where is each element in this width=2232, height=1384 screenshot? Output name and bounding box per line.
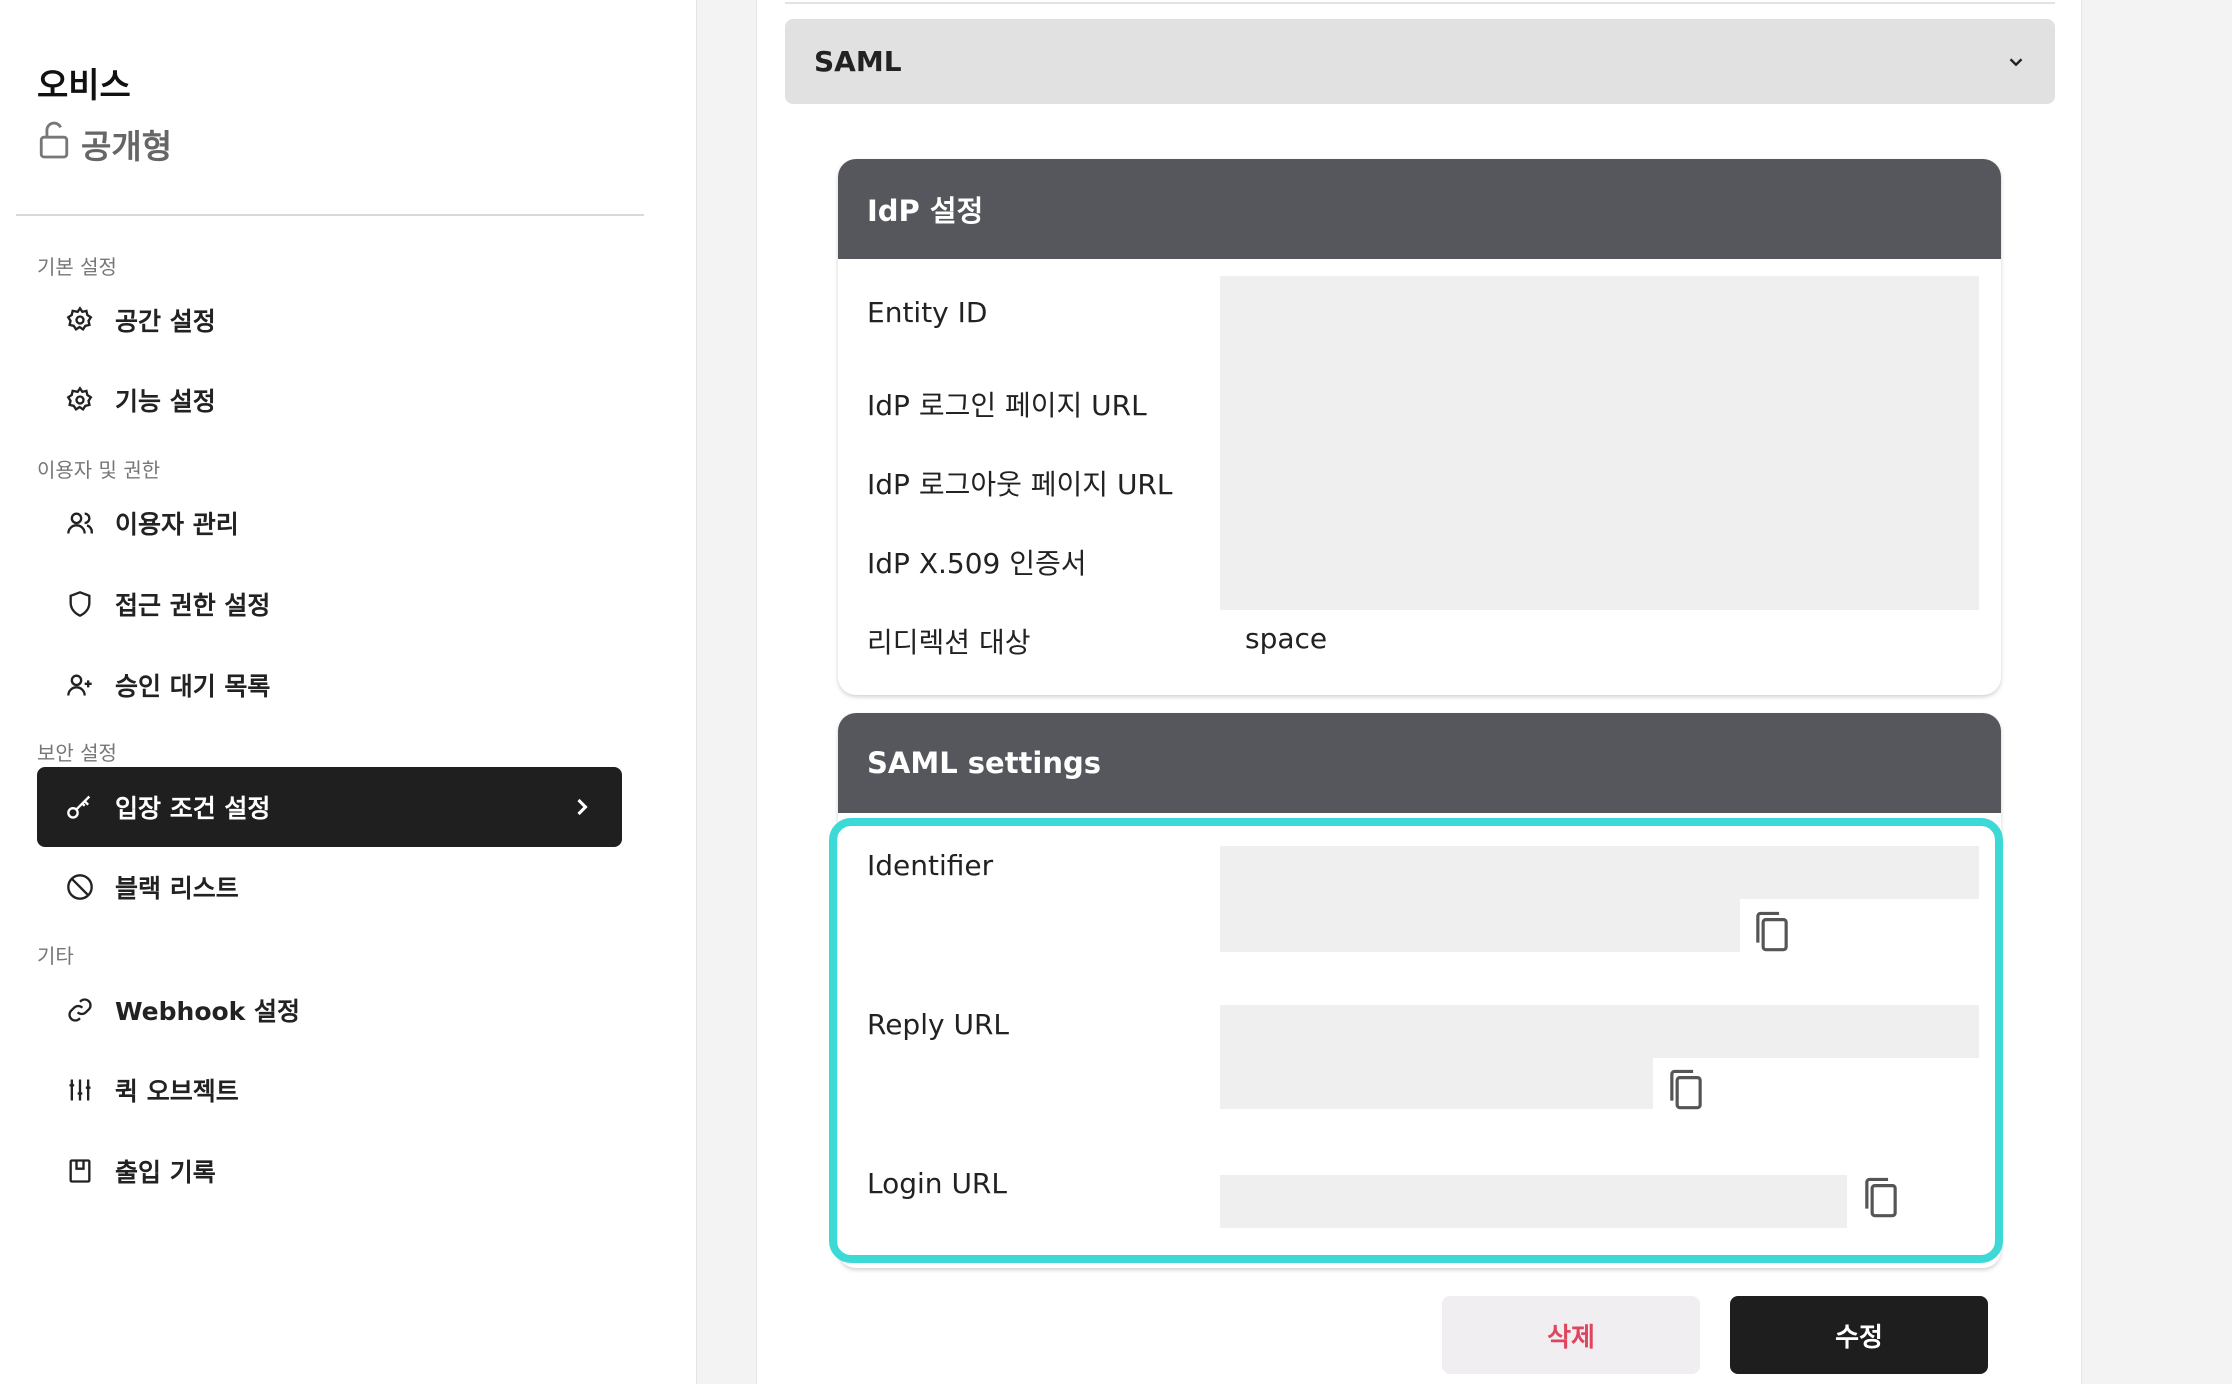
sidebar-item-label: 접근 권한 설정 <box>115 591 271 620</box>
section-label-users: 이용자 및 권한 <box>37 458 161 482</box>
sidebar-item-feature-settings[interactable]: 기능 설정 <box>37 360 622 440</box>
copy-identifier-icon[interactable] <box>1750 909 1794 955</box>
key-icon <box>65 792 95 822</box>
sidebar-item-label: 공간 설정 <box>115 307 216 336</box>
section-label-other: 기타 <box>37 944 74 968</box>
section-label-security: 보안 설정 <box>37 741 117 765</box>
ban-icon <box>65 872 95 902</box>
users-icon <box>65 508 95 538</box>
sidebar-item-label: 승인 대기 목록 <box>115 672 271 701</box>
login-url-label: Login URL <box>867 1167 1007 1200</box>
sidebar-item-label: 블랙 리스트 <box>115 874 239 903</box>
reply-url-label: Reply URL <box>867 1008 1009 1041</box>
section-label-basic: 기본 설정 <box>37 255 117 279</box>
space-type-label: 공개형 <box>81 127 173 166</box>
saml-settings-title: SAML settings <box>838 713 2001 813</box>
sidebar-item-label: 출입 기록 <box>115 1158 216 1187</box>
gear-icon <box>65 305 95 335</box>
sidebar-item-label: Webhook 설정 <box>115 997 301 1026</box>
sidebar: 오비스 공개형 기본 설정 공간 설정 기능 설정 이용자 및 권한 이용자 관… <box>0 0 697 1384</box>
copy-reply-url-icon[interactable] <box>1664 1067 1708 1113</box>
sliders-icon <box>65 1075 95 1105</box>
reply-url-value-line2 <box>1220 1058 1653 1109</box>
idp-values-box <box>1220 276 1979 610</box>
sidebar-item-label: 퀵 오브젝트 <box>115 1077 239 1106</box>
sidebar-divider <box>16 214 644 216</box>
copy-login-url-icon[interactable] <box>1859 1175 1903 1221</box>
chevron-down-icon <box>2009 58 2023 67</box>
redirect-target-label: 리디렉션 대상 <box>867 626 1031 659</box>
unlock-icon <box>37 120 71 168</box>
chevron-right-icon <box>577 798 588 816</box>
identifier-value-line2 <box>1220 899 1740 952</box>
sidebar-item-user-management[interactable]: 이용자 관리 <box>37 483 622 563</box>
identifier-value <box>1220 846 1979 899</box>
idp-settings-title: IdP 설정 <box>838 159 2001 259</box>
sidebar-item-quick-objects[interactable]: 퀵 오브젝트 <box>37 1050 622 1130</box>
idp-settings-panel: IdP 설정 Entity ID IdP 로그인 페이지 URL IdP 로그아… <box>838 159 2001 695</box>
reply-url-value <box>1220 1005 1979 1058</box>
sidebar-item-blacklist[interactable]: 블랙 리스트 <box>37 847 622 927</box>
space-type: 공개형 <box>37 120 172 168</box>
redirect-target-value: space <box>1245 622 1328 655</box>
sidebar-item-webhook[interactable]: Webhook 설정 <box>37 970 622 1050</box>
edit-button[interactable]: 수정 <box>1730 1296 1988 1374</box>
space-name: 오비스 <box>37 66 131 106</box>
sidebar-item-entry-conditions[interactable]: 입장 조건 설정 <box>37 767 622 847</box>
idp-login-url-label: IdP 로그인 페이지 URL <box>867 389 1147 422</box>
login-url-value <box>1220 1175 1847 1228</box>
delete-button[interactable]: 삭제 <box>1442 1296 1700 1374</box>
sidebar-item-label: 기능 설정 <box>115 387 216 416</box>
saml-settings-panel: SAML settings Identifier Reply URL Login… <box>838 713 2001 1268</box>
sidebar-item-label: 입장 조건 설정 <box>115 794 271 823</box>
top-divider <box>785 2 2055 4</box>
idp-logout-url-label: IdP 로그아웃 페이지 URL <box>867 468 1173 501</box>
protocol-select[interactable]: SAML <box>785 19 2055 104</box>
protocol-select-value: SAML <box>814 45 902 78</box>
identifier-label: Identifier <box>867 849 994 882</box>
idp-certificate-label: IdP X.509 인증서 <box>867 547 1087 580</box>
shield-icon <box>65 589 95 619</box>
sidebar-item-pending-approvals[interactable]: 승인 대기 목록 <box>37 645 622 725</box>
user-plus-icon <box>65 670 95 700</box>
gear-icon <box>65 385 95 415</box>
sidebar-item-space-settings[interactable]: 공간 설정 <box>37 280 622 360</box>
sidebar-item-access-log[interactable]: 출입 기록 <box>37 1131 622 1211</box>
entity-id-label: Entity ID <box>867 296 988 329</box>
sidebar-item-access-permissions[interactable]: 접근 권한 설정 <box>37 564 622 644</box>
link-icon <box>65 995 95 1025</box>
sidebar-item-label: 이용자 관리 <box>115 510 239 539</box>
log-book-icon <box>65 1156 95 1186</box>
